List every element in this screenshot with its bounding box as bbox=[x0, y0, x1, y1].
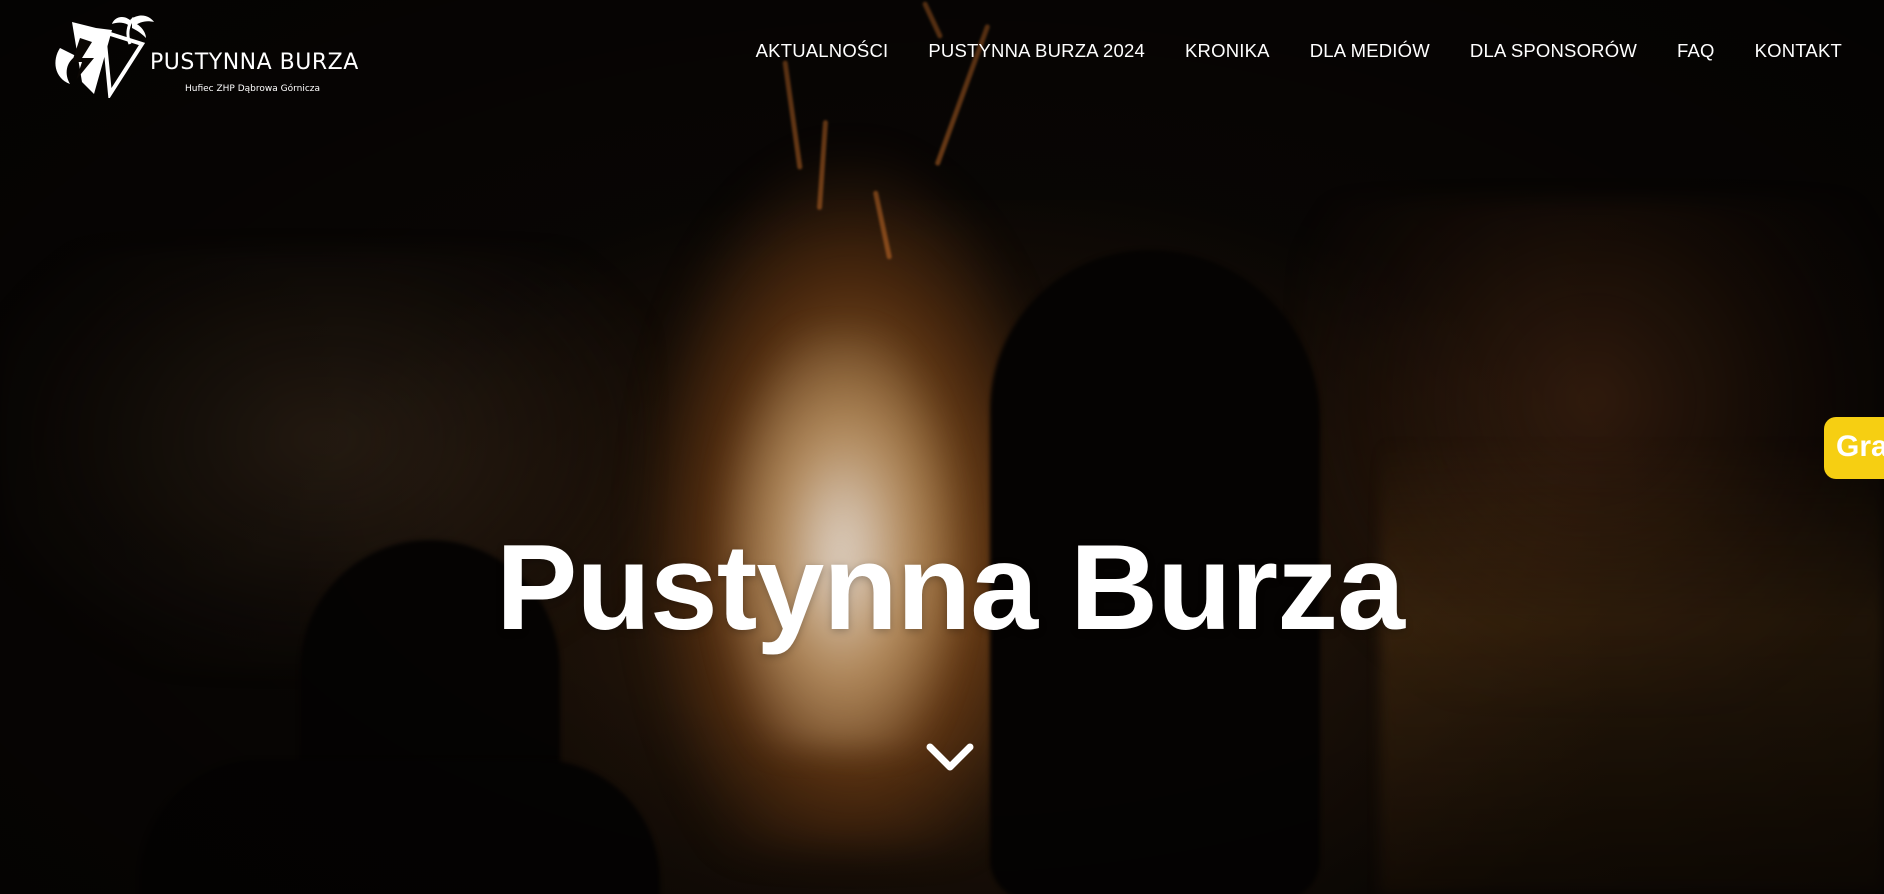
logo-subtitle: Hufiec ZHP Dąbrowa Górnicza bbox=[185, 84, 321, 94]
nav-item-dla-sponsorow[interactable]: DLA SPONSORÓW bbox=[1470, 40, 1637, 62]
nav-item-kontakt[interactable]: KONTAKT bbox=[1755, 40, 1842, 62]
game-side-tab[interactable]: Gra bbox=[1824, 417, 1884, 479]
site-logo[interactable]: PUSTYNNA BURZA Hufiec ZHP Dąbrowa Górnic… bbox=[50, 8, 358, 98]
nav-item-aktualnosci[interactable]: AKTUALNOŚCI bbox=[756, 40, 889, 62]
hero-section: PUSTYNNA BURZA Hufiec ZHP Dąbrowa Górnic… bbox=[0, 0, 1884, 894]
nav-item-kronika[interactable]: KRONIKA bbox=[1185, 40, 1270, 62]
hero-title: Pustynna Burza bbox=[496, 518, 1405, 655]
scroll-down-button[interactable] bbox=[925, 740, 975, 776]
scout-lily-palm-logo-icon bbox=[55, 15, 154, 98]
nav-item-faq[interactable]: FAQ bbox=[1677, 40, 1715, 62]
main-nav: AKTUALNOŚCI PUSTYNNA BURZA 2024 KRONIKA … bbox=[716, 40, 1842, 62]
site-header: PUSTYNNA BURZA Hufiec ZHP Dąbrowa Górnic… bbox=[0, 0, 1884, 110]
logo-title: PUSTYNNA BURZA bbox=[150, 50, 359, 75]
side-tab-label: Gra bbox=[1836, 430, 1884, 463]
chevron-down-icon bbox=[926, 743, 974, 771]
nav-item-pustynna-burza-2024[interactable]: PUSTYNNA BURZA 2024 bbox=[928, 40, 1145, 62]
nav-item-dla-mediow[interactable]: DLA MEDIÓW bbox=[1310, 40, 1430, 62]
